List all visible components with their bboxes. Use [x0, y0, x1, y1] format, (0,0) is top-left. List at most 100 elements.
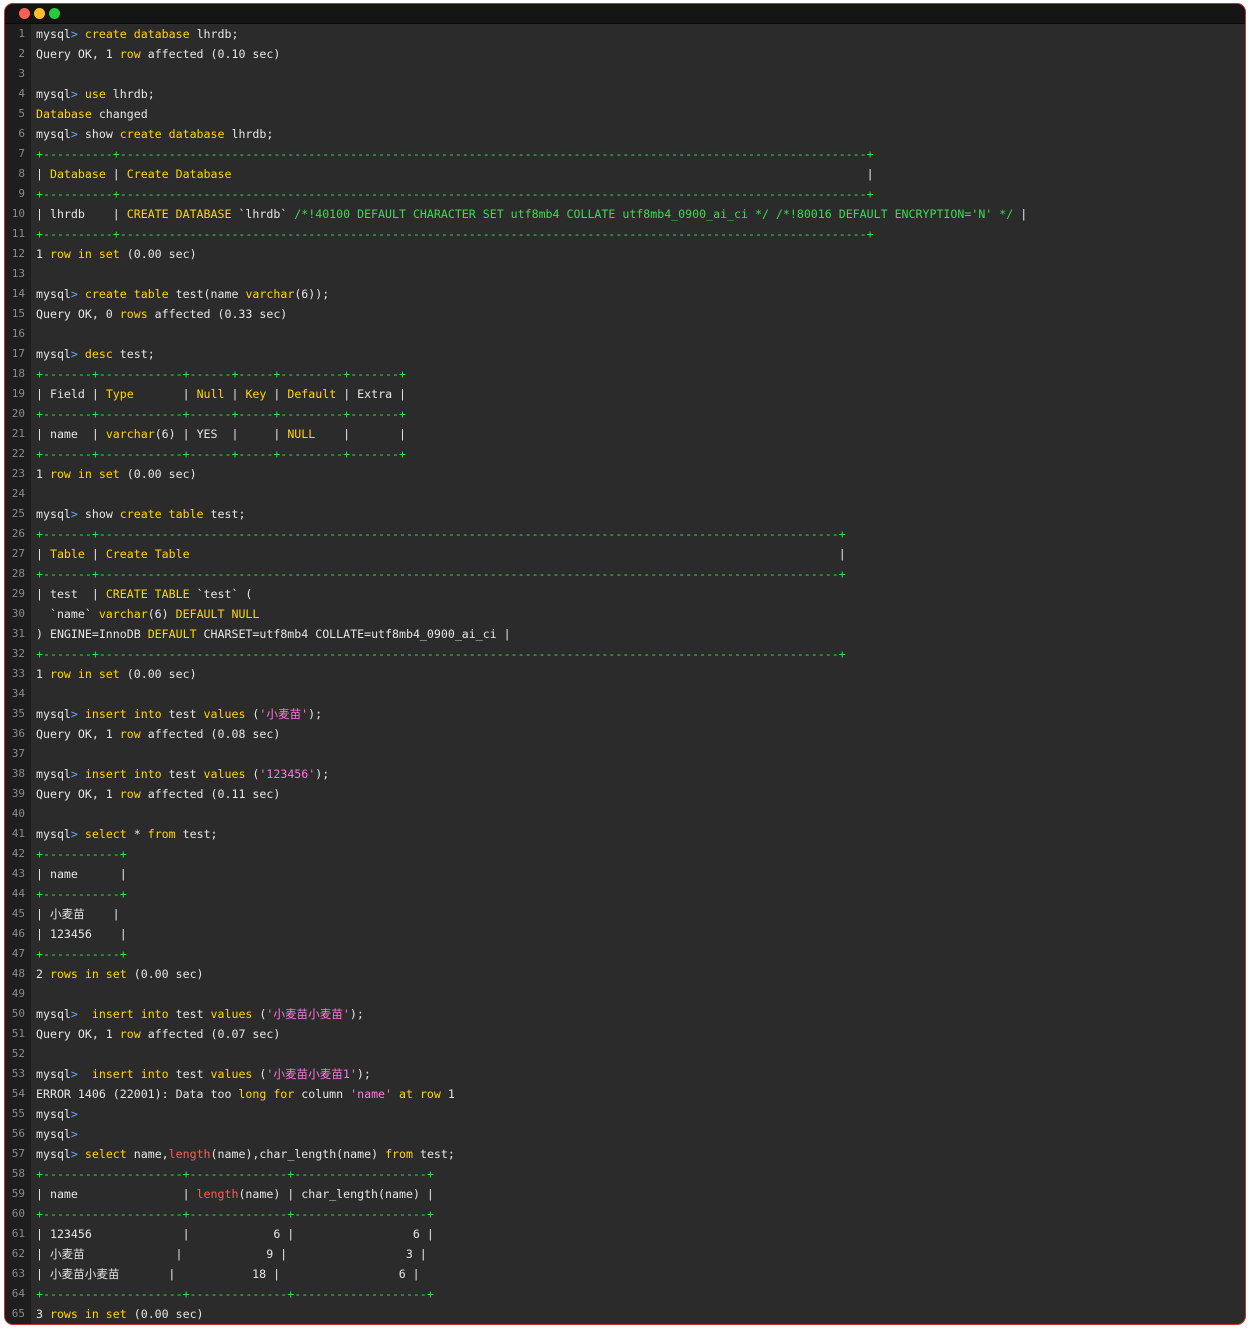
code-token: 'name' [350, 1087, 393, 1101]
line-number: 15 [11, 307, 25, 320]
line-content: 1 row in set (0.00 sec) [36, 664, 197, 684]
line-number: 16 [11, 327, 25, 340]
code-token: select [84, 827, 134, 841]
terminal-line: 43 | name | [5, 864, 1245, 884]
code-token: 1 [440, 1087, 455, 1101]
line-number: 6 [18, 127, 25, 140]
code-token: test [175, 1067, 211, 1081]
terminal-line: 24 [5, 484, 1245, 504]
code-token: +----------+----------------------------… [36, 227, 874, 241]
code-token: mysql [36, 87, 71, 101]
line-number: 26 [11, 527, 25, 540]
code-token: > [70, 707, 85, 721]
line-number: 14 [11, 287, 25, 300]
terminal-line: 58 +--------------------+--------------+-… [5, 1164, 1245, 1184]
terminal-line: 3 [5, 64, 1245, 84]
code-token: varchar [105, 427, 155, 441]
code-token: | name | [36, 427, 106, 441]
line-content: mysql> desc test; [36, 344, 155, 364]
code-token: mysql [36, 507, 71, 521]
code-token: values [203, 707, 253, 721]
terminal-line: 27 | Table | Create Table | [5, 544, 1245, 564]
code-token: from [147, 827, 183, 841]
terminal-line: 31) ENGINE=InnoDB DEFAULT CHARSET=utf8mb… [5, 624, 1245, 644]
code-token: values [210, 1007, 260, 1021]
minimize-button[interactable] [34, 8, 45, 19]
code-token: +-------+------------+------+-----+-----… [36, 367, 406, 381]
code-token: (name),char_length(name) [210, 1147, 386, 1161]
line-number: 38 [11, 767, 25, 780]
code-token: '小麦苗' [259, 707, 309, 721]
terminal-line: 21 | name | varchar(6) | YES | | NULL | | [5, 424, 1245, 444]
terminal-line: 26 +-------+-----------------------------… [5, 524, 1245, 544]
code-token: | 123456 | 6 | 6 | [36, 1227, 434, 1241]
code-token: `lhrdb` [238, 207, 295, 221]
terminal-line: 1 mysql> create database lhrdb; [5, 24, 1245, 44]
line-content: +----------+----------------------------… [36, 224, 874, 244]
terminal-line: 36 Query OK, 1 row affected (0.08 sec) [5, 724, 1245, 744]
line-number: 20 [11, 407, 25, 420]
code-token: rows in set [49, 1307, 127, 1321]
code-token: length [196, 1187, 239, 1201]
line-number: 30 [11, 607, 25, 620]
code-token: Null [196, 387, 225, 401]
line-content: | lhrdb | CREATE DATABASE `lhrdb` /*!401… [36, 204, 1027, 224]
code-token: rows [119, 307, 148, 321]
code-token: +-------+-------------------------------… [36, 647, 846, 661]
code-token: affected (0.08 sec) [140, 727, 281, 741]
line-number: 13 [11, 267, 25, 280]
terminal-line: 9 +----------+---------------------------… [5, 184, 1245, 204]
line-content: Query OK, 1 row affected (0.07 sec) [36, 1024, 280, 1044]
line-content: +-------+------------+------+-----+-----… [36, 444, 406, 464]
code-token: CREATE TABLE [105, 587, 197, 601]
code-token: Create Database [126, 167, 232, 181]
line-number: 25 [11, 507, 25, 520]
terminal-line: 54 ERROR 1406 (22001): Data too long for … [5, 1084, 1245, 1104]
code-token: length [168, 1147, 211, 1161]
line-number: 50 [11, 1007, 25, 1020]
code-token: values [203, 767, 253, 781]
line-content: | Field | Type | Null | Key | Default | … [36, 384, 406, 404]
code-token: > [70, 1127, 78, 1141]
code-token: row [119, 47, 141, 61]
code-token: +--------------------+--------------+---… [36, 1167, 434, 1181]
maximize-button[interactable] [49, 8, 60, 19]
terminal-line: 25 mysql> show create table test; [5, 504, 1245, 524]
terminal-line: 51 Query OK, 1 row affected (0.07 sec) [5, 1024, 1245, 1044]
terminal-line: 23 1 row in set (0.00 sec) [5, 464, 1245, 484]
line-content: | name | length(name) | char_length(name… [36, 1184, 434, 1204]
line-content: +-------+------------+------+-----+-----… [36, 364, 406, 384]
line-content: Query OK, 1 row affected (0.11 sec) [36, 784, 280, 804]
code-token: (6)); [294, 287, 330, 301]
code-token: mysql [36, 1067, 71, 1081]
line-number: 43 [11, 867, 25, 880]
code-token: 1 [36, 467, 50, 481]
close-button[interactable] [19, 8, 30, 19]
line-content: +-------+------------+------+-----+-----… [36, 404, 406, 424]
code-token: desc [84, 347, 120, 361]
line-number: 12 [11, 247, 25, 260]
terminal-line: 18 +-------+------------+------+-----+---… [5, 364, 1245, 384]
line-number: 54 [11, 1087, 25, 1100]
terminal-line: 19 | Field | Type | Null | Key | Default … [5, 384, 1245, 404]
terminal-output[interactable]: 1 mysql> create database lhrdb; 2 Query OK,… [5, 24, 1245, 1324]
code-token: at [399, 1087, 420, 1101]
code-token: Query OK, 1 [36, 787, 120, 801]
line-number: 4 [18, 87, 25, 100]
code-token: 1 [36, 247, 50, 261]
code-token: '小麦苗小麦苗' [266, 1007, 350, 1021]
line-content: mysql> show create table test; [36, 504, 245, 524]
terminal-line: 55 mysql> [5, 1104, 1245, 1124]
line-content: +--------------------+--------------+---… [36, 1284, 434, 1304]
terminal-line: 5 Database changed [5, 104, 1245, 124]
code-token: 2 [36, 967, 50, 981]
code-token: | name | [36, 1187, 197, 1201]
terminal-line: 32 +-------+-----------------------------… [5, 644, 1245, 664]
code-token: affected (0.07 sec) [140, 1027, 281, 1041]
line-content: +-------+-------------------------------… [36, 524, 846, 544]
terminal-line: 53 mysql> insert into test values ('小麦苗小麦… [5, 1064, 1245, 1084]
code-token: (name) | char_length(name) | [238, 1187, 434, 1201]
code-token: > [70, 827, 85, 841]
code-token: mysql [36, 827, 71, 841]
